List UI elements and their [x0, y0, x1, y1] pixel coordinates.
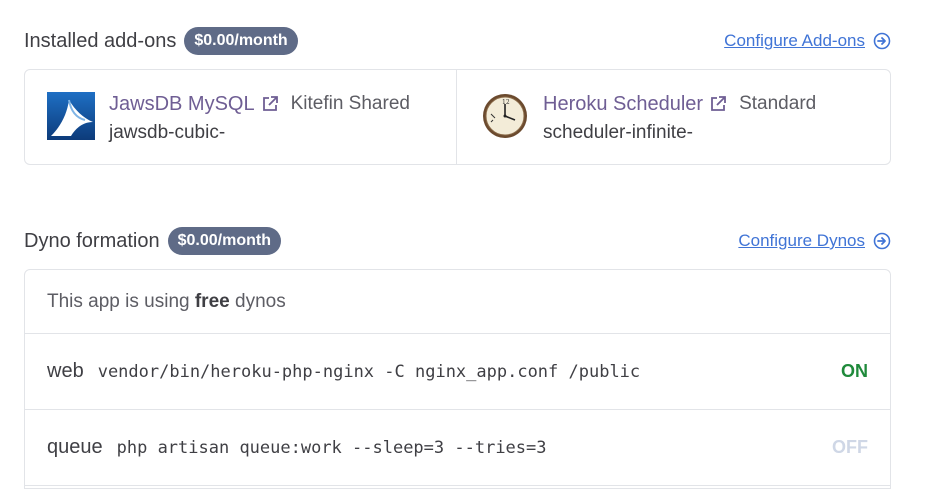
addons-panel: JawsDB MySQL Kitefin Shared jawsdb-cubic…	[24, 69, 891, 165]
arrow-circle-right-icon	[873, 232, 891, 250]
dyno-type: queue	[47, 436, 103, 458]
free-dynos-notice: This app is using free dynos	[25, 270, 890, 334]
dynos-header: Dyno formation $0.00/month Configure Dyn…	[24, 224, 891, 258]
configure-addons-link[interactable]: Configure Add-ons	[724, 31, 891, 51]
addon-jawsdb: JawsDB MySQL Kitefin Shared jawsdb-cubic…	[25, 70, 456, 164]
configure-addons-label: Configure Add-ons	[724, 31, 865, 50]
dyno-row-queue[interactable]: queue php artisan queue:work --sleep=3 -…	[25, 410, 890, 486]
jawsdb-icon	[47, 92, 95, 140]
scheduler-clock-icon: 12	[483, 94, 527, 138]
addons-price-badge: $0.00/month	[184, 27, 298, 55]
dyno-type: web	[47, 360, 84, 382]
dyno-command: vendor/bin/heroku-php-nginx -C nginx_app…	[97, 361, 641, 382]
external-link-icon[interactable]	[709, 95, 727, 113]
arrow-circle-right-icon	[873, 32, 891, 50]
dynos-price-badge: $0.00/month	[167, 227, 281, 255]
addons-header: Installed add-ons $0.00/month Configure …	[24, 24, 891, 58]
dynos-title: Dyno formation	[24, 229, 160, 252]
dyno-panel: This app is using free dynos web vendor/…	[24, 269, 891, 489]
addons-title: Installed add-ons	[24, 29, 177, 52]
dyno-command: php artisan queue:work --sleep=3 --tries…	[116, 437, 547, 458]
addon-name-scheduler[interactable]: Heroku Scheduler	[543, 92, 703, 116]
addon-plan-scheduler: Standard	[739, 93, 817, 114]
configure-dynos-link[interactable]: Configure Dynos	[738, 231, 891, 251]
notice-prefix: This app is using	[47, 290, 195, 312]
notice-suffix: dynos	[229, 290, 286, 312]
dyno-state-toggle[interactable]: OFF	[832, 437, 868, 458]
addon-scheduler: 12 Heroku Scheduler Standard scheduler-i…	[456, 70, 890, 164]
addon-name-jawsdb[interactable]: JawsDB MySQL	[109, 92, 255, 116]
dyno-row-web[interactable]: web vendor/bin/heroku-php-nginx -C nginx…	[25, 334, 890, 410]
configure-dynos-label: Configure Dynos	[738, 231, 865, 250]
notice-bold: free	[194, 290, 230, 312]
addon-app-scheduler: scheduler-infinite-	[543, 122, 693, 143]
addon-app-jawsdb: jawsdb-cubic-	[109, 122, 226, 143]
addon-plan-jawsdb: Kitefin Shared	[290, 93, 410, 114]
svg-text:12: 12	[502, 99, 510, 106]
external-link-icon[interactable]	[261, 95, 279, 113]
dyno-state-toggle[interactable]: ON	[841, 361, 868, 382]
